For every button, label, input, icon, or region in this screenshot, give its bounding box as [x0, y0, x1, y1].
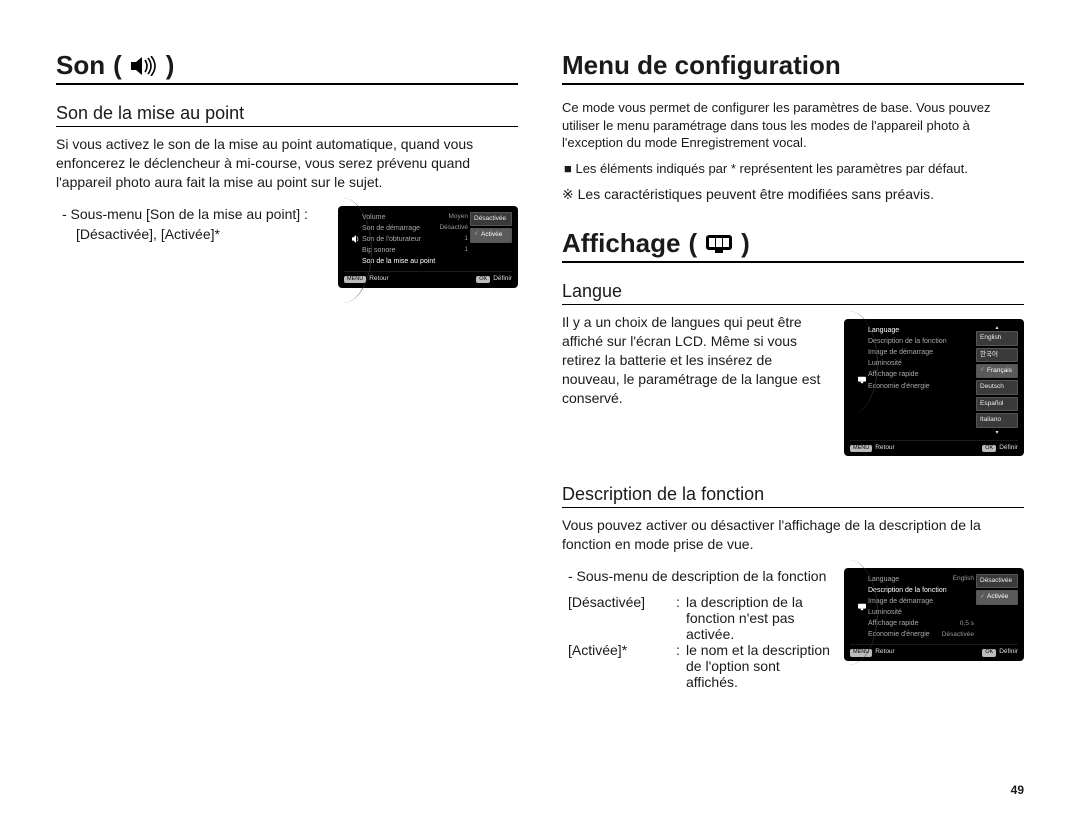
- popup-option[interactable]: Español: [976, 397, 1018, 411]
- left-column: Son ( ) Son de la mise au point Si vous …: [56, 50, 540, 785]
- popup-option-selected[interactable]: ✓Français: [976, 364, 1018, 378]
- manual-page: Son ( ) Son de la mise au point Si vous …: [0, 0, 1080, 815]
- option-value: le nom et la description de l'option son…: [686, 642, 830, 690]
- chevron-down-icon: ▾: [976, 430, 1018, 436]
- option-key: [Désactivée]: [568, 594, 676, 642]
- subheading-description: Description de la fonction: [562, 484, 1024, 508]
- heading-text: Son: [56, 50, 105, 81]
- note-specs: ※ Les caractéristiques peuvent être modi…: [562, 185, 1024, 204]
- speaker-icon: [130, 56, 158, 76]
- page-number: 49: [1011, 783, 1024, 797]
- paragraph-focus-sound: Si vous activez le son de la mise au poi…: [56, 135, 518, 192]
- checkmark-icon: ✓: [980, 367, 985, 375]
- heading-affichage: Affichage ( ): [562, 228, 1024, 263]
- subheading-mise-au-point: Son de la mise au point: [56, 103, 518, 127]
- heading-menu-config: Menu de configuration: [562, 50, 1024, 85]
- paragraph-config-intro: Ce mode vous permet de configurer les pa…: [562, 99, 1024, 152]
- display-icon: [858, 376, 866, 384]
- subheading-langue: Langue: [562, 281, 1024, 305]
- paragraph-description: Vous pouvez activer ou désactiver l'affi…: [562, 516, 1024, 554]
- lcd-screenshot-focus-sound: VolumeMoyen Son de démarrageDésactivé So…: [338, 206, 518, 288]
- popup-option-selected[interactable]: ✓Activée: [470, 228, 512, 242]
- popup-option[interactable]: 한국어: [976, 348, 1018, 362]
- display-icon: [705, 234, 733, 254]
- paragraph-langue: Il y a un choix de langues qui peut être…: [562, 313, 830, 407]
- lcd-screenshot-langue: Language Description de la fonction Imag…: [844, 319, 1024, 456]
- paren-open: (: [113, 50, 122, 81]
- paren-close: ): [166, 50, 175, 81]
- display-icon: [858, 603, 866, 611]
- popup-option[interactable]: Désactivée: [470, 212, 512, 226]
- popup-option[interactable]: English: [976, 331, 1018, 345]
- heading-text: Affichage: [562, 228, 680, 259]
- popup-option-selected[interactable]: ✓Activée: [976, 590, 1018, 604]
- checkmark-icon: ✓: [474, 231, 479, 239]
- submenu-line-2: [Désactivée], [Activée]*: [62, 226, 324, 242]
- option-value: la description de la fonction n'est pas …: [686, 594, 830, 642]
- popup-option[interactable]: Italiano: [976, 413, 1018, 427]
- popup-option[interactable]: Désactivée: [976, 574, 1018, 588]
- bullet-default-note: ■ Les éléments indiqués par * représente…: [562, 160, 1024, 178]
- checkmark-icon: ✓: [980, 594, 985, 602]
- heading-son: Son ( ): [56, 50, 518, 85]
- lcd-screenshot-description: LanguageEnglish Description de la foncti…: [844, 568, 1024, 661]
- popup-option[interactable]: Deutsch: [976, 380, 1018, 394]
- speaker-icon: [352, 235, 360, 243]
- submenu-line-1: - Sous-menu [Son de la mise au point] :: [62, 206, 324, 222]
- heading-text: Menu de configuration: [562, 50, 841, 81]
- submenu-description-line: - Sous-menu de description de la fonctio…: [568, 568, 830, 584]
- option-key: [Activée]*: [568, 642, 676, 690]
- options-table: [Désactivée] : la description de la fonc…: [568, 594, 830, 690]
- right-column: Menu de configuration Ce mode vous perme…: [540, 50, 1024, 785]
